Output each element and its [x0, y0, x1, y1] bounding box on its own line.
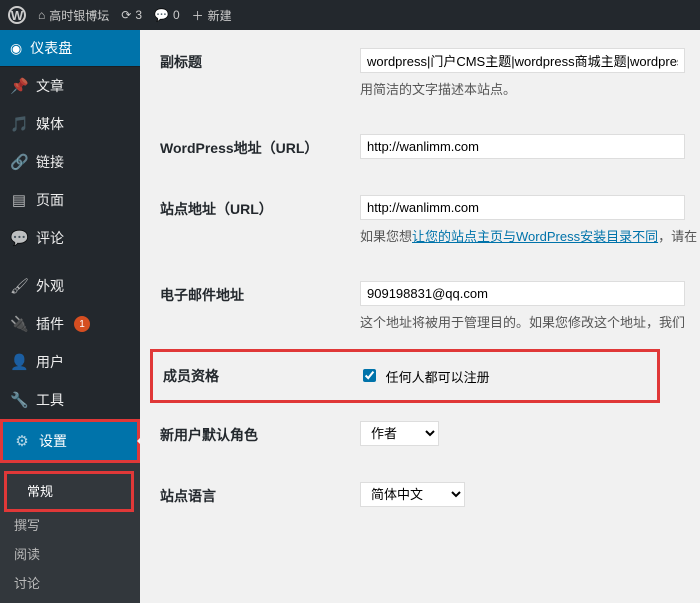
comments-count: 0 [173, 8, 180, 22]
membership-checkbox-label[interactable]: 任何人都可以注册 [363, 370, 490, 385]
admin-bar: W ⌂ 高时银博坛 ⟳ 3 💬 0 ＋ 新建 [0, 0, 700, 30]
comment-icon: 💬 [154, 8, 169, 22]
menu-label: 文章 [36, 76, 64, 96]
default-role-label: 新用户默认角色 [160, 421, 360, 445]
menu-label: 插件 [36, 314, 64, 334]
plug-icon: 🔌 [10, 315, 28, 333]
menu-label: 仪表盘 [30, 38, 72, 58]
menu-label: 链接 [36, 152, 64, 172]
menu-label: 页面 [36, 190, 64, 210]
tagline-input[interactable] [360, 48, 685, 73]
page-icon: ▤ [10, 191, 28, 209]
menu-dashboard[interactable]: ◉ 仪表盘 [0, 30, 140, 67]
site-name: 高时银博坛 [49, 7, 109, 24]
membership-label: 成员资格 [163, 366, 363, 386]
admin-sidebar: ◉ 仪表盘 📌 文章 🎵 媒体 🔗 链接 ▤ 页面 💬 评论 🖌 外观 🔌 插件 1 👤 用户 🔧… [0, 30, 140, 510]
menu-media[interactable]: 🎵 媒体 [0, 105, 140, 143]
media-icon: 🎵 [10, 115, 28, 133]
email-label: 电子邮件地址 [160, 281, 360, 305]
updates-count: 3 [135, 8, 142, 22]
menu-label: 评论 [36, 228, 64, 248]
plus-icon: ＋ [192, 7, 204, 24]
wrench-icon: 🔧 [10, 391, 28, 409]
default-role-select[interactable]: 作者 [360, 421, 439, 446]
menu-pages[interactable]: ▤ 页面 [0, 181, 140, 219]
menu-posts[interactable]: 📌 文章 [0, 67, 140, 105]
email-input[interactable] [360, 281, 685, 306]
submenu-discussion[interactable]: 讨论 [0, 568, 140, 597]
menu-label: 用户 [36, 352, 64, 372]
menu-label: 工具 [36, 390, 64, 410]
comments-link[interactable]: 💬 0 [154, 8, 180, 22]
updates-link[interactable]: ⟳ 3 [121, 8, 142, 22]
membership-checkbox[interactable] [363, 369, 376, 382]
dashboard-icon: ◉ [10, 40, 22, 57]
plugin-update-badge: 1 [74, 316, 90, 332]
wpurl-input[interactable] [360, 134, 685, 159]
siteurl-input[interactable] [360, 195, 685, 220]
menu-tools[interactable]: 🔧 工具 [0, 381, 140, 419]
menu-label: 媒体 [36, 114, 64, 134]
settings-content: 副标题 用简洁的文字描述本站点。 WordPress地址（URL） 站点地址（U… [140, 30, 700, 510]
siteurl-help-link[interactable]: 让您的站点主页与WordPress安装目录不同 [412, 229, 658, 244]
submenu-writing[interactable]: 撰写 [0, 510, 140, 539]
siteurl-description: 如果您想让您的站点主页与WordPress安装目录不同，请在 [360, 226, 700, 245]
menu-label: 设置 [39, 431, 67, 451]
siteurl-label: 站点地址（URL） [160, 195, 360, 219]
menu-label: 外观 [36, 276, 64, 296]
new-content-link[interactable]: ＋ 新建 [192, 7, 232, 24]
menu-plugins[interactable]: 🔌 插件 1 [0, 305, 140, 343]
membership-text: 任何人都可以注册 [386, 370, 490, 385]
link-icon: 🔗 [10, 153, 28, 171]
pin-icon: 📌 [10, 77, 28, 95]
tagline-label: 副标题 [160, 48, 360, 72]
brush-icon: 🖌 [10, 277, 28, 295]
site-language-select[interactable]: 简体中文 [360, 482, 465, 507]
site-language-label: 站点语言 [160, 482, 360, 506]
comment-icon: 💬 [10, 229, 28, 247]
menu-comments[interactable]: 💬 评论 [0, 219, 140, 257]
site-name-link[interactable]: ⌂ 高时银博坛 [38, 7, 109, 24]
wpurl-label: WordPress地址（URL） [160, 134, 360, 158]
refresh-icon: ⟳ [121, 8, 131, 22]
submenu-reading[interactable]: 阅读 [0, 539, 140, 568]
menu-users[interactable]: 👤 用户 [0, 343, 140, 381]
home-icon: ⌂ [38, 8, 45, 22]
menu-appearance[interactable]: 🖌 外观 [0, 267, 140, 305]
user-icon: 👤 [10, 353, 28, 371]
submenu-general[interactable]: 常规 [13, 476, 125, 505]
tagline-description: 用简洁的文字描述本站点。 [360, 79, 700, 98]
sliders-icon: ⚙ [13, 432, 31, 450]
menu-settings[interactable]: ⚙ 设置 [3, 422, 137, 460]
email-description: 这个地址将被用于管理目的。如果您修改这个地址，我们 [360, 312, 700, 331]
membership-highlight: 成员资格 任何人都可以注册 [150, 349, 660, 403]
new-label: 新建 [208, 7, 232, 24]
menu-links[interactable]: 🔗 链接 [0, 143, 140, 181]
wordpress-logo-icon[interactable]: W [8, 6, 26, 24]
settings-submenu: 常规 撰写 阅读 讨论 [0, 463, 140, 603]
